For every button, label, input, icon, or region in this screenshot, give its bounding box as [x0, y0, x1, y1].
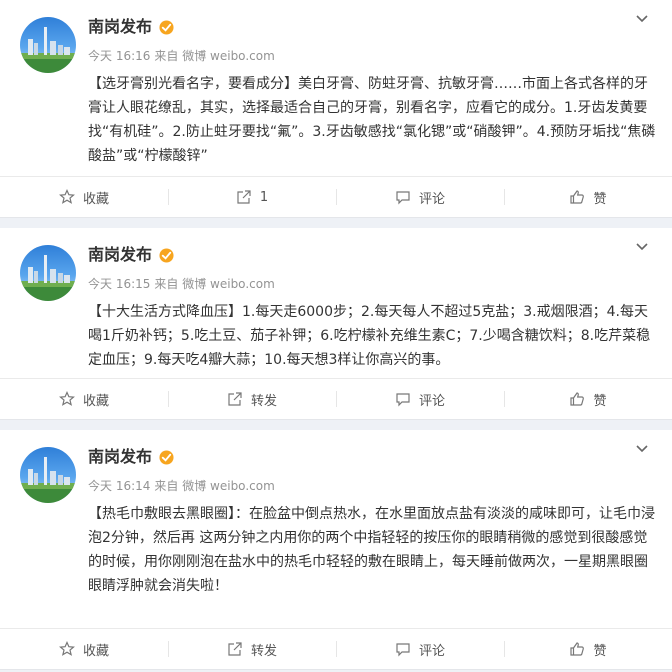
- avatar[interactable]: [20, 17, 76, 73]
- thumbs-up-icon: [570, 190, 585, 204]
- star-icon: [59, 189, 75, 204]
- avatar[interactable]: [20, 245, 76, 301]
- like-button[interactable]: 赞: [504, 629, 672, 669]
- comment-label: 评论: [418, 643, 445, 659]
- like-button[interactable]: 赞: [504, 177, 672, 217]
- like-label: 赞: [593, 643, 607, 659]
- share-icon: [237, 190, 251, 204]
- post-actions: 收藏 1 评论 赞: [0, 176, 672, 217]
- post-content: 【热毛巾敷眼去黑眼圈】：在脸盆中倒点热水，在水里面放点盐有淡淡的咸味即可，让毛巾…: [88, 506, 655, 594]
- comment-label: 评论: [418, 393, 445, 409]
- repost-label: 转发: [250, 393, 277, 409]
- post-meta: 今天 16:14 来自 微博 weibo.com: [88, 478, 275, 494]
- comment-icon: [396, 393, 410, 407]
- post-actions: 收藏 转发 评论 赞: [0, 628, 672, 669]
- star-icon: [59, 391, 75, 406]
- post-time[interactable]: 今天 16:15: [88, 277, 150, 291]
- repost-label: 1: [259, 189, 269, 205]
- chevron-down-icon[interactable]: [634, 440, 650, 456]
- verified-badge-icon: [159, 19, 174, 35]
- collect-label: 收藏: [82, 393, 109, 409]
- comment-label: 评论: [418, 191, 445, 207]
- repost-button[interactable]: 1: [168, 177, 336, 217]
- avatar[interactable]: [20, 447, 76, 503]
- weibo-feed: 南岗发布 今天 16:16 来自 微博 weibo.com 【选牙膏别光看名字，要…: [0, 0, 672, 670]
- share-icon: [228, 392, 242, 406]
- chevron-down-icon[interactable]: [634, 238, 650, 254]
- post-actions: 收藏 转发 评论 赞: [0, 378, 672, 419]
- comment-button[interactable]: 评论: [336, 379, 504, 419]
- post-meta: 今天 16:15 来自 微博 weibo.com: [88, 276, 275, 292]
- like-label: 赞: [593, 393, 607, 409]
- post-time[interactable]: 今天 16:14: [88, 479, 150, 493]
- author-name[interactable]: 南岗发布: [88, 16, 152, 38]
- comment-button[interactable]: 评论: [336, 629, 504, 669]
- collect-button[interactable]: 收藏: [0, 177, 168, 217]
- author-row: 南岗发布: [88, 446, 174, 468]
- author-row: 南岗发布: [88, 16, 174, 38]
- collect-label: 收藏: [82, 191, 109, 207]
- star-icon: [59, 641, 75, 656]
- repost-label: 转发: [250, 643, 277, 659]
- post-body: 南岗发布 今天 16:14 来自 微博 weibo.com 【热毛巾敷眼去黑眼圈】…: [0, 430, 672, 628]
- verified-badge-icon: [159, 247, 174, 263]
- comment-button[interactable]: 评论: [336, 177, 504, 217]
- post-content: 【十大生活方式降血压】1.每天走6000步；2.每天每人不超过5克盐；3.戒烟限…: [88, 304, 651, 368]
- post-card: 南岗发布 今天 16:15 来自 微博 weibo.com 【十大生活方式降血压】…: [0, 228, 672, 420]
- post-card: 南岗发布 今天 16:16 来自 微博 weibo.com 【选牙膏别光看名字，要…: [0, 0, 672, 218]
- verified-badge-icon: [159, 449, 174, 465]
- chevron-down-icon[interactable]: [634, 10, 650, 26]
- post-time[interactable]: 今天 16:16: [88, 49, 150, 63]
- comment-icon: [396, 643, 410, 657]
- collect-button[interactable]: 收藏: [0, 379, 168, 419]
- collect-button[interactable]: 收藏: [0, 629, 168, 669]
- post-source: 来自 微博 weibo.com: [154, 277, 275, 291]
- post-body: 南岗发布 今天 16:16 来自 微博 weibo.com 【选牙膏别光看名字，要…: [0, 0, 672, 176]
- comment-icon: [396, 191, 410, 205]
- like-label: 赞: [593, 191, 607, 207]
- post-source: 来自 微博 weibo.com: [154, 49, 275, 63]
- author-row: 南岗发布: [88, 244, 174, 266]
- share-icon: [228, 642, 242, 656]
- thumbs-up-icon: [570, 392, 585, 406]
- author-name[interactable]: 南岗发布: [88, 446, 152, 468]
- post-card: 南岗发布 今天 16:14 来自 微博 weibo.com 【热毛巾敷眼去黑眼圈】…: [0, 430, 672, 670]
- author-name[interactable]: 南岗发布: [88, 244, 152, 266]
- collect-label: 收藏: [82, 643, 109, 659]
- post-content: 【选牙膏别光看名字，要看成分】美白牙膏、防蛀牙膏、抗敏牙膏……市面上各式各样的牙…: [88, 76, 656, 164]
- repost-button[interactable]: 转发: [168, 629, 336, 669]
- thumbs-up-icon: [570, 642, 585, 656]
- post-meta: 今天 16:16 来自 微博 weibo.com: [88, 48, 275, 64]
- like-button[interactable]: 赞: [504, 379, 672, 419]
- post-source: 来自 微博 weibo.com: [154, 479, 275, 493]
- post-body: 南岗发布 今天 16:15 来自 微博 weibo.com 【十大生活方式降血压】…: [0, 228, 672, 378]
- repost-button[interactable]: 转发: [168, 379, 336, 419]
